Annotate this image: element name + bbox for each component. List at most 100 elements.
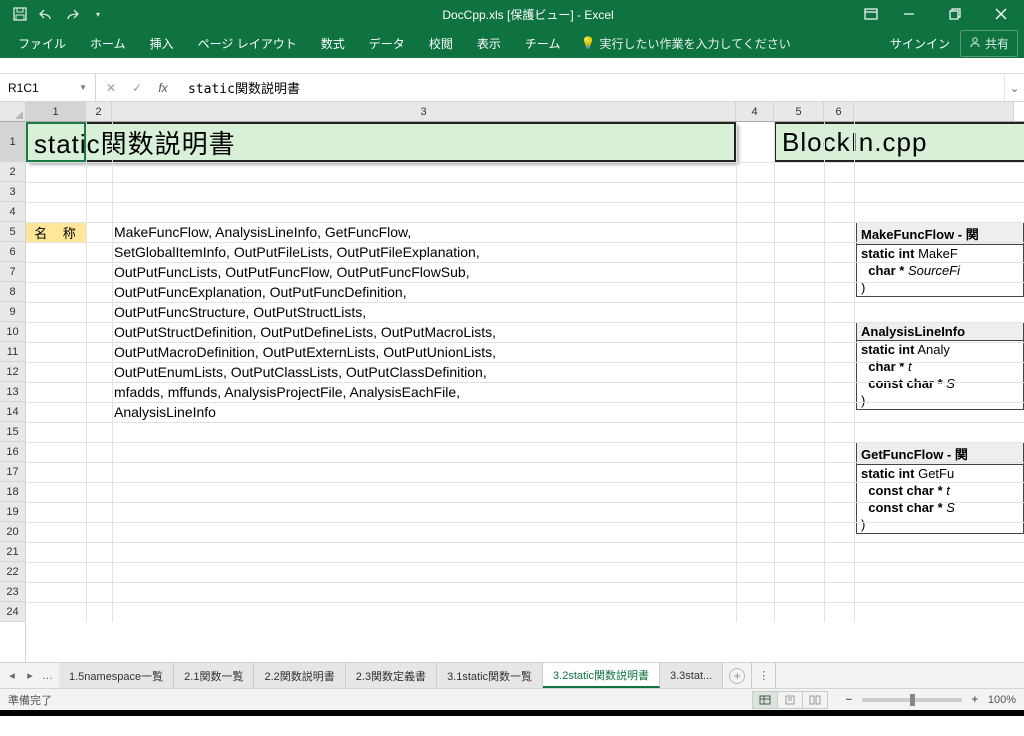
restore-button[interactable] [932,0,978,28]
row-header-5[interactable]: 5 [0,222,25,242]
sheet-tab[interactable]: 1.5namespace一覧 [59,663,174,688]
title-cell-right[interactable]: BlockIn.cpp [774,122,1024,162]
tab-team[interactable]: チーム [513,28,573,58]
row-header-3[interactable]: 3 [0,182,25,202]
function-list-line[interactable]: SetGlobalItemInfo, OutPutFileLists, OutP… [114,242,480,262]
col-header-2[interactable]: 2 [86,102,112,121]
row-header-12[interactable]: 12 [0,362,25,382]
row-header-24[interactable]: 24 [0,602,25,622]
tab-data[interactable]: データ [357,28,417,58]
sheet-tab[interactable]: 3.3stat [660,663,723,688]
horizontal-scrollbar[interactable] [775,663,1024,688]
row-header-10[interactable]: 10 [0,322,25,342]
row-header-16[interactable]: 16 [0,442,25,462]
minimize-button[interactable] [886,0,932,28]
row-header-9[interactable]: 9 [0,302,25,322]
tab-nav-first-button[interactable]: ◂ [4,669,20,682]
row-header-6[interactable]: 6 [0,242,25,262]
row-header-23[interactable]: 23 [0,582,25,602]
row-header-15[interactable]: 15 [0,422,25,442]
close-button[interactable] [978,0,1024,28]
tab-insert[interactable]: 挿入 [138,28,186,58]
insert-function-button[interactable]: fx [152,81,174,95]
row-header-20[interactable]: 20 [0,522,25,542]
row-header-13[interactable]: 13 [0,382,25,402]
sheet-tab[interactable]: 2.2関数説明書 [254,663,345,688]
function-list-line[interactable]: AnalysisLineInfo [114,402,216,422]
name-box[interactable]: R1C1 ▼ [0,74,96,101]
title-cell-left[interactable]: static関数説明書 [26,122,736,162]
tab-formulas[interactable]: 数式 [309,28,357,58]
tell-me-box[interactable]: 💡 実行したい作業を入力してください [580,35,790,52]
function-list-line[interactable]: OutPutFuncLists, OutPutFuncFlow, OutPutF… [114,262,470,282]
zoom-slider[interactable] [862,698,962,702]
function-list-line[interactable]: OutPutFuncExplanation, OutPutFuncDefinit… [114,282,407,302]
tab-file[interactable]: ファイル [6,28,78,58]
ribbon-tabs: ファイル ホーム 挿入 ページ レイアウト 数式 データ 校閲 表示 チーム 💡… [0,28,1024,58]
sheet-tab-menu-button[interactable]: ⋮ [751,663,775,688]
window-controls [856,0,1024,28]
page-layout-view-button[interactable] [777,691,803,709]
save-button[interactable] [8,3,32,25]
row-header-17[interactable]: 17 [0,462,25,482]
col-header-5[interactable]: 5 [774,102,824,121]
tab-nav-next-button[interactable]: ▸ [22,669,38,682]
tab-page-layout[interactable]: ページ レイアウト [186,28,309,58]
share-button[interactable]: 共有 [960,30,1018,57]
tab-home[interactable]: ホーム [78,28,138,58]
zoom-out-button[interactable]: − [842,694,856,706]
function-list-line[interactable]: mfadds, mffunds, AnalysisProjectFile, An… [114,382,460,402]
row-header-14[interactable]: 14 [0,402,25,422]
code-definition-block[interactable]: MakeFuncFlow - 関static int MakeF char * … [856,222,1024,297]
signin-link[interactable]: サインイン [880,35,960,52]
col-header-4[interactable]: 4 [736,102,774,121]
cancel-formula-button[interactable]: ✕ [100,81,122,95]
row-header-4[interactable]: 4 [0,202,25,222]
qat-customize-button[interactable]: ▾ [86,3,110,25]
enter-formula-button[interactable]: ✓ [126,81,148,95]
zoom-in-button[interactable]: + [968,694,982,706]
ribbon-options-button[interactable] [856,0,886,28]
col-header-3[interactable]: 3 [112,102,736,121]
function-list-line[interactable]: OutPutStructDefinition, OutPutDefineList… [114,322,496,342]
sheet-tab[interactable]: 3.2static関数説明書 [543,663,660,688]
expand-formula-bar-button[interactable]: ⌄ [1004,74,1024,101]
sheet-tab[interactable]: 2.3関数定義書 [346,663,437,688]
row-header-22[interactable]: 22 [0,562,25,582]
function-list-line[interactable]: OutPutFuncStructure, OutPutStructLists, [114,302,366,322]
zoom-level[interactable]: 100% [988,694,1016,706]
page-break-view-button[interactable] [802,691,828,709]
lightbulb-icon: 💡 [580,36,595,50]
tab-nav-more-button[interactable]: … [40,670,55,682]
code-definition-block[interactable]: GetFuncFlow - 関static int GetFu const ch… [856,442,1024,534]
formula-input[interactable]: static関数説明書 [178,78,1004,97]
tell-me-placeholder: 実行したい作業を入力してください [599,35,790,52]
code-definition-block[interactable]: AnalysisLineInfostatic int Analy char * … [856,322,1024,410]
function-list-line[interactable]: OutPutMacroDefinition, OutPutExternLists… [114,342,496,362]
undo-button[interactable] [34,3,58,25]
code-block-line: ) [857,516,1023,533]
row-header-1[interactable]: 1 [0,122,25,162]
redo-button[interactable] [60,3,84,25]
sheet-tab[interactable]: 2.1関数一覧 [174,663,254,688]
col-header-6[interactable]: 6 [824,102,854,121]
sheet-tab[interactable]: 3.1static関数一覧 [437,663,543,688]
row-header-19[interactable]: 19 [0,502,25,522]
tab-view[interactable]: 表示 [465,28,513,58]
row-header-11[interactable]: 11 [0,342,25,362]
row-header-7[interactable]: 7 [0,262,25,282]
row-header-18[interactable]: 18 [0,482,25,502]
row-header-2[interactable]: 2 [0,162,25,182]
function-list-line[interactable]: MakeFuncFlow, AnalysisLineInfo, GetFuncF… [114,222,411,242]
name-label-cell[interactable]: 名 称 [26,222,86,242]
select-all-button[interactable] [0,102,25,122]
col-header-rest[interactable] [854,102,1014,121]
row-header-8[interactable]: 8 [0,282,25,302]
normal-view-button[interactable] [752,691,778,709]
tab-review[interactable]: 校閲 [417,28,465,58]
row-header-21[interactable]: 21 [0,542,25,562]
col-header-1[interactable]: 1 [26,102,86,121]
function-list-line[interactable]: OutPutEnumLists, OutPutClassLists, OutPu… [114,362,487,382]
name-box-dropdown-icon[interactable]: ▼ [79,83,87,92]
new-sheet-button[interactable]: + [723,663,751,688]
